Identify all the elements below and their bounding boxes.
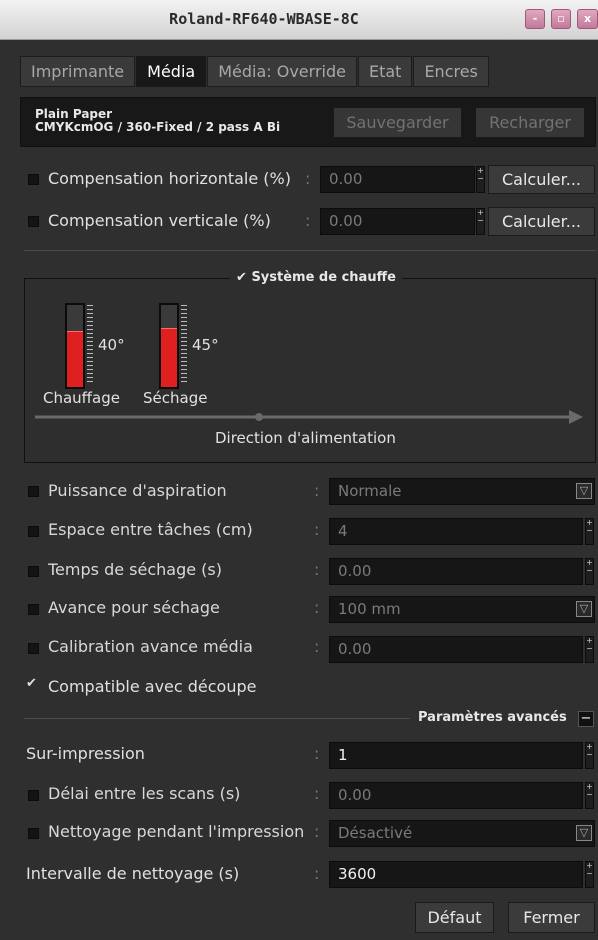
drying-time-input[interactable]: 0.00 bbox=[329, 558, 583, 585]
tab-imprimante[interactable]: Imprimante bbox=[20, 56, 136, 87]
scan-delay-label: Délai entre les scans (s) bbox=[48, 784, 241, 803]
drying-feed-dropdown[interactable]: 100 mm bbox=[329, 596, 595, 623]
overprint-label: Sur-impression bbox=[26, 744, 145, 763]
colon: : bbox=[314, 637, 320, 656]
cut-compatible-label: Compatible avec découpe bbox=[48, 677, 257, 696]
preheat-level bbox=[67, 331, 83, 387]
heating-system-header[interactable]: ✔ Système de chauffe bbox=[230, 270, 402, 285]
media-description: Plain Paper CMYKcmOG / 360-Fixed / 2 pas… bbox=[35, 108, 280, 134]
job-gap-checkbox[interactable] bbox=[28, 526, 39, 537]
tab-etat[interactable]: Etat bbox=[357, 56, 413, 87]
scan-delay-checkbox[interactable] bbox=[28, 790, 39, 801]
suction-checkbox[interactable] bbox=[28, 486, 39, 497]
preheat-scale bbox=[87, 305, 93, 385]
job-gap-input[interactable]: 4 bbox=[329, 518, 583, 545]
scan-delay-spinner[interactable]: + − bbox=[585, 782, 594, 809]
colon: : bbox=[314, 744, 320, 763]
feed-calibration-checkbox[interactable] bbox=[28, 643, 39, 654]
heating-system-group: ✔ Système de chauffe 40° Chauffage 45° S… bbox=[24, 270, 596, 463]
tab-media[interactable]: Média bbox=[136, 56, 207, 87]
dryer-temperature: 45° bbox=[192, 336, 219, 354]
tab-media-override[interactable]: Média: Override bbox=[207, 56, 357, 87]
tab-encres[interactable]: Encres bbox=[413, 56, 489, 87]
overprint-spinner[interactable]: + − bbox=[585, 742, 594, 769]
heating-system-checkbox[interactable]: ✔ bbox=[236, 270, 247, 285]
calculate-horizontal-button[interactable]: Calculer... bbox=[488, 165, 595, 194]
reload-button[interactable]: Recharger bbox=[475, 107, 585, 138]
drying-feed-checkbox[interactable] bbox=[28, 604, 39, 615]
horizontal-compensation-input[interactable]: 0.00 bbox=[320, 166, 475, 193]
feed-calibration-label: Calibration avance média bbox=[48, 637, 253, 656]
print-cleaning-dropdown[interactable]: Désactivé bbox=[329, 820, 595, 847]
tab-bar: Imprimante Média Média: Override Etat En… bbox=[20, 56, 490, 87]
job-gap-spinner[interactable]: + − bbox=[585, 518, 594, 545]
colon: : bbox=[314, 520, 320, 539]
vertical-compensation-spinner[interactable]: + − bbox=[476, 208, 485, 235]
dryer-label: Séchage bbox=[143, 389, 208, 407]
feed-calibration-spinner[interactable]: + − bbox=[585, 636, 594, 663]
separator bbox=[24, 250, 596, 251]
suction-label: Puissance d'aspiration bbox=[48, 481, 227, 500]
drying-feed-label: Avance pour séchage bbox=[48, 598, 220, 617]
media-mode: CMYKcmOG / 360-Fixed / 2 pass A Bi bbox=[35, 120, 281, 134]
drying-time-spinner[interactable]: + − bbox=[585, 558, 594, 585]
close-button[interactable]: x bbox=[577, 9, 598, 29]
media-bar: Plain Paper CMYKcmOG / 360-Fixed / 2 pas… bbox=[20, 97, 596, 147]
calculate-vertical-button[interactable]: Calculer... bbox=[488, 207, 595, 236]
heating-system-title: Système de chauffe bbox=[251, 270, 396, 285]
save-button[interactable]: Sauvegarder bbox=[333, 107, 462, 138]
drying-time-label: Temps de séchage (s) bbox=[48, 560, 222, 579]
dryer-thermometer bbox=[159, 303, 179, 389]
title-bar: Roland-RF640-WBASE-8C - ▫ x bbox=[0, 0, 598, 40]
horizontal-compensation-label: Compensation horizontale (%) bbox=[48, 169, 291, 188]
cleaning-interval-label: Intervalle de nettoyage (s) bbox=[26, 864, 240, 883]
colon: : bbox=[314, 481, 320, 500]
preheat-thermometer bbox=[65, 303, 85, 389]
collapse-advanced-button[interactable]: − bbox=[578, 711, 594, 727]
dryer-scale bbox=[181, 305, 187, 385]
separator bbox=[24, 718, 410, 719]
feed-calibration-input[interactable]: 0.00 bbox=[329, 636, 583, 663]
vertical-compensation-label: Compensation verticale (%) bbox=[48, 211, 271, 230]
drying-time-checkbox[interactable] bbox=[28, 566, 39, 577]
close-dialog-button[interactable]: Fermer bbox=[508, 902, 595, 933]
vertical-compensation-input[interactable]: 0.00 bbox=[320, 208, 475, 235]
colon: : bbox=[305, 211, 311, 230]
minimize-button[interactable]: - bbox=[525, 9, 545, 29]
vertical-compensation-checkbox[interactable] bbox=[28, 216, 39, 227]
dryer-level bbox=[161, 327, 177, 387]
feed-direction-label: Direction d'alimentation bbox=[215, 429, 396, 447]
cut-compatible-checkbox[interactable]: ✔ bbox=[26, 676, 37, 691]
colon: : bbox=[314, 864, 320, 883]
cleaning-interval-input[interactable]: 3600 bbox=[329, 861, 583, 888]
dropdown-arrow-icon[interactable]: ▽ bbox=[576, 601, 592, 617]
dropdown-arrow-icon[interactable]: ▽ bbox=[576, 483, 592, 499]
preheat-temperature: 40° bbox=[98, 336, 125, 354]
default-button[interactable]: Défaut bbox=[415, 902, 494, 933]
scan-delay-input[interactable]: 0.00 bbox=[329, 782, 583, 809]
advanced-settings-title: Paramètres avancés bbox=[418, 710, 567, 725]
dropdown-arrow-icon[interactable]: ▽ bbox=[576, 825, 592, 841]
colon: : bbox=[314, 822, 320, 841]
colon: : bbox=[305, 169, 311, 188]
colon: : bbox=[314, 598, 320, 617]
feed-direction-arrow bbox=[35, 410, 583, 424]
suction-dropdown[interactable]: Normale bbox=[329, 478, 595, 505]
colon: : bbox=[314, 784, 320, 803]
job-gap-label: Espace entre tâches (cm) bbox=[48, 520, 253, 539]
horizontal-compensation-checkbox[interactable] bbox=[28, 174, 39, 185]
print-cleaning-label: Nettoyage pendant l'impression bbox=[48, 822, 305, 841]
maximize-button[interactable]: ▫ bbox=[551, 9, 571, 29]
overprint-input[interactable]: 1 bbox=[329, 742, 583, 769]
colon: : bbox=[314, 560, 320, 579]
cleaning-interval-spinner[interactable]: + − bbox=[585, 861, 594, 888]
print-cleaning-checkbox[interactable] bbox=[28, 828, 39, 839]
window-title: Roland-RF640-WBASE-8C bbox=[169, 10, 359, 28]
horizontal-compensation-spinner[interactable]: + − bbox=[476, 166, 485, 193]
preheat-label: Chauffage bbox=[43, 389, 120, 407]
